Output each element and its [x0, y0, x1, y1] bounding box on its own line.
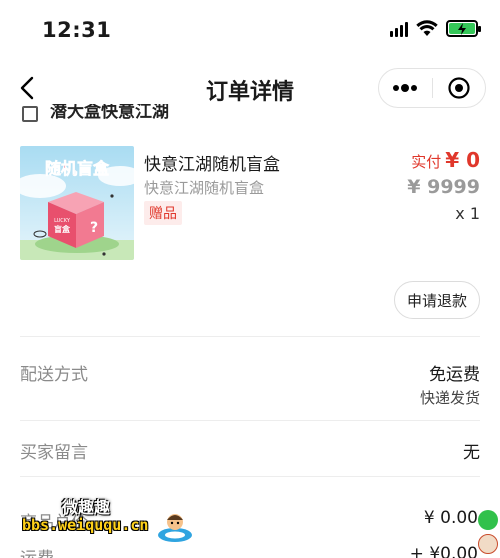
status-icons: [390, 20, 481, 37]
product-title: 快意江湖随机盲盒: [144, 155, 280, 175]
store-name: 潜大盒快意江湖: [50, 104, 169, 122]
divider: [20, 420, 480, 421]
shipping-value: + ¥0.00: [409, 544, 478, 558]
gift-badge: 赠品: [144, 201, 182, 225]
status-time: 12:31: [42, 18, 112, 42]
goods-total-row: 商品总价 ¥ 0.00: [20, 508, 480, 534]
divider: [20, 336, 480, 337]
wechat-badge-icon[interactable]: [478, 510, 498, 530]
paid-value: ¥ 0: [445, 148, 480, 172]
product-item[interactable]: 随机盲盒 LUCKY 盲盒 ? 快意江湖随机盲盒 快意江湖随机盲盒 赠品 实付 …: [20, 146, 480, 266]
delivery-label: 配送方式: [20, 365, 88, 385]
request-refund-button[interactable]: 申请退款: [394, 281, 480, 319]
more-dots-icon: [393, 84, 418, 92]
buyer-message-label: 买家留言: [20, 443, 88, 463]
battery-icon: [446, 20, 481, 37]
store-icon: [22, 106, 38, 122]
shipping-label: 运费: [20, 544, 54, 558]
shipping-row: 运费 + ¥0.00: [20, 544, 480, 558]
buyer-message-row: 买家留言 无: [20, 438, 480, 464]
delivery-value: 免运费: [429, 365, 480, 385]
divider: [20, 476, 480, 477]
goods-total-value: ¥ 0.00: [423, 508, 478, 528]
paid-label: 实付: [411, 153, 442, 171]
more-button[interactable]: [379, 69, 432, 107]
original-price: ¥ 9999: [407, 176, 480, 198]
buyer-message-value: 无: [463, 443, 480, 463]
image-lucky: LUCKY: [54, 218, 71, 224]
close-miniprogram-button[interactable]: [433, 69, 486, 107]
delivery-method: 快递发货: [419, 389, 480, 407]
status-bar: 12:31: [0, 0, 500, 60]
paid-amount: 实付 ¥ 0: [411, 148, 480, 172]
image-box: 盲盒: [54, 224, 71, 234]
cellular-signal-icon: [390, 21, 408, 37]
image-headline: 随机盲盒: [45, 159, 110, 178]
image-question: ?: [90, 220, 98, 236]
store-header[interactable]: 潜大盒快意江湖: [22, 104, 169, 122]
wifi-icon: [416, 20, 438, 36]
product-image: 随机盲盒 LUCKY 盲盒 ?: [20, 146, 134, 260]
goods-total-label: 商品总价: [20, 513, 88, 533]
emblem-badge-icon: [478, 534, 498, 554]
quantity: x 1: [455, 204, 480, 223]
target-close-icon: [448, 77, 470, 99]
product-variant: 快意江湖随机盲盒: [144, 179, 265, 197]
delivery-row: 配送方式 免运费 快递发货: [20, 358, 480, 410]
miniprogram-capsule: [378, 68, 486, 108]
